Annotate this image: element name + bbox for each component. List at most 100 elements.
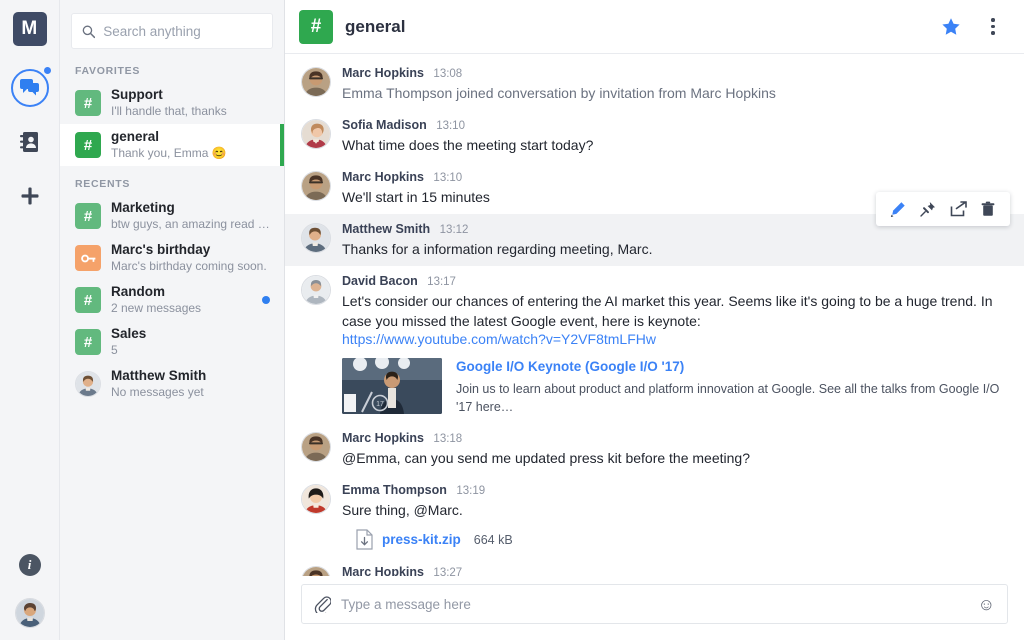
edit-button[interactable]	[884, 198, 912, 220]
delete-icon	[980, 201, 996, 217]
composer: ☺	[285, 576, 1024, 640]
avatar-image	[302, 485, 330, 513]
emoji-icon[interactable]: ☺	[978, 596, 995, 613]
file-attachment[interactable]: press-kit.zip 664 kB	[342, 529, 1006, 550]
more-options-button[interactable]	[978, 12, 1008, 42]
key-glyph	[81, 252, 96, 265]
message-item: Matthew Smith 13:12 Thanks for a informa…	[285, 214, 1024, 266]
message-author: Marc Hopkins	[342, 170, 424, 184]
channel-preview: Thank you, Emma 😊	[111, 145, 272, 161]
message-item: Marc Hopkins 13:08 Emma Thompson joined …	[285, 58, 1024, 110]
search-box[interactable]	[71, 13, 273, 49]
channel-name: general	[111, 129, 272, 145]
message-text: Emma Thompson joined conversation by inv…	[342, 83, 1006, 103]
sidebar-item-marcs-birthday[interactable]: Marc's birthday Marc's birthday coming s…	[60, 237, 284, 279]
rail-item-add[interactable]	[8, 174, 52, 218]
message-time: 13:10	[436, 120, 465, 132]
thumbnail-image: 17	[342, 358, 442, 414]
message-input[interactable]	[341, 597, 968, 612]
link-preview-thumbnail[interactable]: 17	[342, 358, 442, 414]
main-panel: # general	[285, 0, 1024, 640]
message-time: 13:27	[433, 567, 462, 576]
avatar-image	[302, 68, 330, 96]
message-item: Emma Thompson 13:19 Sure thing, @Marc. p…	[285, 475, 1024, 557]
sidebar-item-marketing[interactable]: # Marketing btw guys, an amazing read on…	[60, 195, 284, 237]
sidebar-item-matthew-smith[interactable]: Matthew Smith No messages yet	[60, 363, 284, 405]
message-text: Let's consider our chances of entering t…	[342, 291, 1006, 331]
delete-button[interactable]	[974, 198, 1002, 220]
link-preview-title[interactable]: Google I/O Keynote (Google I/O '17)	[456, 358, 1006, 376]
avatar-image	[16, 599, 44, 627]
channel-text: Matthew Smith No messages yet	[111, 368, 272, 400]
channel-name: Matthew Smith	[111, 368, 272, 384]
avatar-image	[76, 372, 100, 396]
forward-button[interactable]	[944, 198, 972, 220]
link-preview-description: Join us to learn about product and platf…	[456, 380, 1006, 416]
message-meta: Emma Thompson 13:19	[342, 482, 1006, 499]
message-meta: Marc Hopkins 13:27	[342, 564, 1006, 576]
file-size: 664 kB	[474, 533, 513, 547]
favorite-button[interactable]	[936, 12, 966, 42]
channel-preview: 2 new messages	[111, 300, 252, 316]
hash-icon: #	[75, 287, 101, 313]
channel-text: Marc's birthday Marc's birthday coming s…	[111, 242, 272, 274]
chat-icon	[11, 69, 49, 107]
star-icon	[941, 17, 961, 37]
hash-icon: #	[75, 203, 101, 229]
message-author: Marc Hopkins	[342, 431, 424, 445]
message-meta: Sofia Madison 13:10	[342, 117, 1006, 134]
app-root: M	[0, 0, 1024, 640]
avatar-image	[302, 567, 330, 576]
sidebar-item-general[interactable]: # general Thank you, Emma 😊	[60, 124, 284, 166]
key-icon	[75, 245, 101, 271]
message-body: Matthew Smith 13:12 Thanks for a informa…	[342, 221, 1006, 259]
app-logo[interactable]: M	[13, 12, 47, 46]
channel-name: Marc's birthday	[111, 242, 272, 258]
message-url-link[interactable]: https://www.youtube.com/watch?v=Y2VF8tmL…	[342, 331, 656, 347]
avatar	[301, 67, 331, 97]
message-author: David Bacon	[342, 274, 418, 288]
message-time: 13:08	[433, 68, 462, 80]
active-channel-indicator	[280, 124, 284, 166]
add-icon	[20, 186, 40, 206]
chat-header: # general	[285, 0, 1024, 54]
message-hover-toolbar	[876, 192, 1010, 226]
avatar-image	[302, 224, 330, 252]
message-author: Marc Hopkins	[342, 565, 424, 576]
hash-icon: #	[75, 329, 101, 355]
avatar-image	[302, 433, 330, 461]
paperclip-icon[interactable]	[314, 595, 331, 613]
channel-text: Support I'll handle that, thanks	[111, 87, 272, 119]
info-icon[interactable]: i	[19, 554, 41, 576]
kebab-menu-icon	[991, 18, 995, 35]
file-name[interactable]: press-kit.zip	[382, 532, 461, 547]
channel-name: Random	[111, 284, 252, 300]
rail-item-contacts[interactable]	[8, 120, 52, 164]
message-meta: Marc Hopkins 13:08	[342, 65, 1006, 82]
recents-section-label: RECENTS	[60, 166, 284, 195]
message-item: David Bacon 13:17 Let's consider our cha…	[285, 266, 1024, 423]
link-preview-card[interactable]: 17 Google I/O Keynote (Google I/O '17) J…	[342, 358, 1006, 416]
message-item: Marc Hopkins 13:18 @Emma, can you send m…	[285, 423, 1024, 475]
avatar	[301, 432, 331, 462]
search-input[interactable]	[103, 24, 262, 39]
hash-icon: #	[75, 90, 101, 116]
message-body: David Bacon 13:17 Let's consider our cha…	[342, 273, 1006, 416]
composer-box[interactable]: ☺	[301, 584, 1008, 624]
message-body: Sofia Madison 13:10 What time does the m…	[342, 117, 1006, 155]
message-body: Marc Hopkins 13:08 Emma Thompson joined …	[342, 65, 1006, 103]
pin-button[interactable]	[914, 198, 942, 220]
sidebar-item-random[interactable]: # Random 2 new messages	[60, 279, 284, 321]
message-text: @Emma, can you send me updated press kit…	[342, 448, 1006, 468]
channel-name: Support	[111, 87, 272, 103]
message-time: 13:18	[433, 433, 462, 445]
current-user-avatar[interactable]	[15, 598, 45, 628]
sidebar-item-support[interactable]: # Support I'll handle that, thanks	[60, 82, 284, 124]
sidebar-item-sales[interactable]: # Sales 5	[60, 321, 284, 363]
rail-item-chats[interactable]	[8, 66, 52, 110]
favorites-list: # Support I'll handle that, thanks # gen…	[60, 82, 284, 166]
channel-preview: I'll handle that, thanks	[111, 103, 272, 119]
message-meta: Marc Hopkins 13:18	[342, 430, 1006, 447]
channel-text: Random 2 new messages	[111, 284, 252, 316]
page-title: general	[345, 17, 924, 37]
